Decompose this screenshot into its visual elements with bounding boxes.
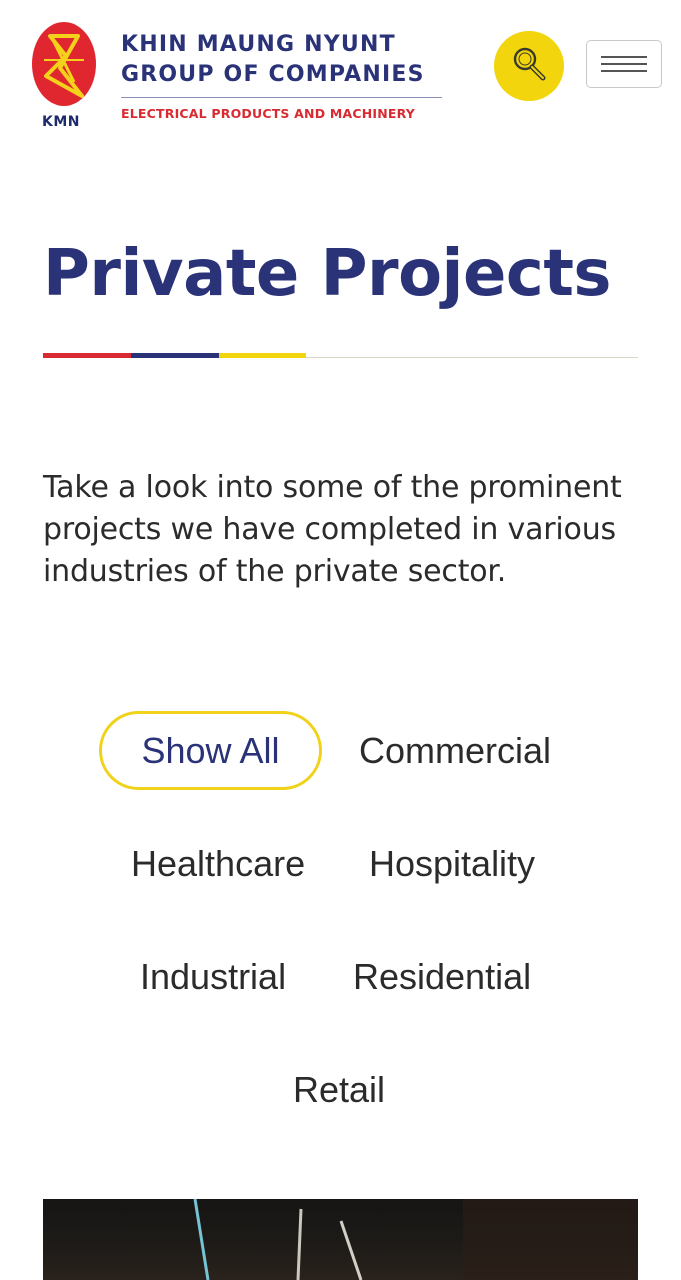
company-tagline: ELECTRICAL PRODUCTS AND MACHINERY bbox=[121, 106, 416, 121]
logo-abbreviation: KMN bbox=[42, 114, 80, 130]
company-name-line2: GROUP OF COMPANIES bbox=[121, 62, 425, 87]
filter-healthcare[interactable]: Healthcare bbox=[131, 844, 305, 884]
kmn-logo-icon bbox=[32, 22, 96, 106]
filter-show-all[interactable]: Show All bbox=[99, 711, 322, 790]
page-title: Private Projects bbox=[43, 237, 612, 311]
hamburger-menu-icon bbox=[601, 56, 647, 58]
project-photo bbox=[193, 1199, 638, 1280]
filter-residential[interactable]: Residential bbox=[353, 957, 531, 997]
title-underline bbox=[43, 353, 638, 359]
menu-button[interactable] bbox=[586, 40, 662, 88]
underline-navy-segment bbox=[131, 353, 219, 358]
filter-industrial[interactable]: Industrial bbox=[140, 957, 286, 997]
underline-thin-line bbox=[306, 357, 638, 358]
company-name-line1: KHIN MAUNG NYUNT bbox=[121, 32, 396, 57]
underline-yellow-segment bbox=[219, 353, 306, 358]
site-header: KMN KHIN MAUNG NYUNT GROUP OF COMPANIES … bbox=[0, 0, 681, 150]
underline-red-segment bbox=[43, 353, 131, 358]
search-button[interactable] bbox=[494, 31, 564, 101]
filter-hospitality[interactable]: Hospitality bbox=[369, 844, 535, 884]
filter-retail[interactable]: Retail bbox=[293, 1070, 385, 1110]
filter-commercial[interactable]: Commercial bbox=[359, 731, 551, 771]
intro-text: Take a look into some of the prominent p… bbox=[43, 470, 622, 589]
search-icon bbox=[513, 47, 546, 81]
company-divider bbox=[121, 97, 442, 98]
project-card-image[interactable] bbox=[43, 1199, 638, 1280]
